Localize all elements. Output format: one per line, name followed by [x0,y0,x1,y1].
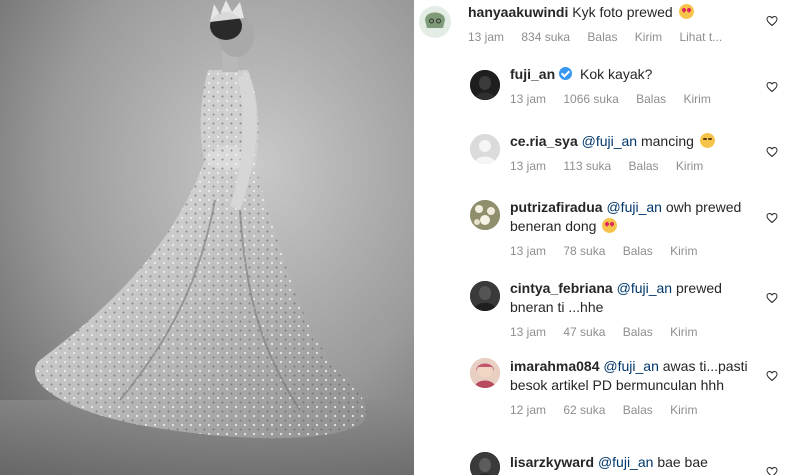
like-heart-icon[interactable] [766,466,778,475]
comment-likes[interactable]: 47 suka [563,325,605,339]
heart-eyes-emoji-icon [602,218,618,233]
laughing-emoji-icon [699,133,715,148]
avatar[interactable] [470,200,500,230]
comment-time[interactable]: 13 jam [510,159,546,173]
comment-time[interactable]: 13 jam [510,92,546,106]
reply-button[interactable]: Balas [623,244,653,258]
comment-mention[interactable]: @fuji_an [603,358,658,374]
like-heart-icon[interactable] [766,81,778,93]
comment-time[interactable]: 13 jam [468,30,504,44]
like-heart-icon[interactable] [766,370,778,382]
like-heart-icon[interactable] [766,212,778,224]
comment-text: Kok kayak? [580,66,653,82]
avatar[interactable] [470,134,500,164]
comment-mention[interactable]: @fuji_an [606,199,661,215]
send-button[interactable]: Kirim [670,244,697,258]
comment-mention[interactable]: @fuji_an [598,454,653,470]
send-button[interactable]: Kirim [683,92,710,106]
like-heart-icon[interactable] [766,292,778,304]
comment-mention[interactable]: @fuji_an [617,280,672,296]
reply-button[interactable]: Balas [587,30,617,44]
avatar[interactable] [470,452,500,475]
avatar[interactable] [419,6,451,38]
comments-panel: hanyaakuwindi Kyk foto prewed 13 jam 834… [414,0,800,475]
reply-button[interactable]: Balas [623,403,653,417]
avatar[interactable] [470,358,500,388]
send-button[interactable]: Kirim [676,159,703,173]
comment-username[interactable]: putrizafiradua [510,199,603,215]
comment-username[interactable]: fuji_an [510,66,555,82]
comment-time[interactable]: 12 jam [510,403,546,417]
bride-photo-image [0,0,414,475]
like-heart-icon[interactable] [766,15,778,27]
send-button[interactable]: Kirim [670,403,697,417]
comment-likes[interactable]: 1066 suka [563,92,618,106]
comment-username[interactable]: cintya_febriana [510,280,613,296]
comment-likes[interactable]: 78 suka [563,244,605,258]
comment-username[interactable]: lisarzkyward [510,454,594,470]
comment-time[interactable]: 13 jam [510,244,546,258]
comment-text: Kyk foto prewed [572,4,673,20]
comment-time[interactable]: 13 jam [510,325,546,339]
send-button[interactable]: Kirim [670,325,697,339]
comment-likes[interactable]: 834 suka [521,30,570,44]
comment-likes[interactable]: 113 suka [563,159,611,173]
reply-button[interactable]: Balas [636,92,666,106]
avatar[interactable] [470,70,500,100]
comment-username[interactable]: imarahma084 [510,358,600,374]
comment-text: bae bae [657,454,708,470]
reply-button[interactable]: Balas [629,159,659,173]
post-photo [0,0,414,475]
send-button[interactable]: Kirim [635,30,662,44]
comment-mention[interactable]: @fuji_an [582,133,637,149]
verified-badge-icon [559,67,573,80]
reply-button[interactable]: Balas [623,325,653,339]
comment-username[interactable]: hanyaakuwindi [468,4,568,20]
heart-eyes-emoji-icon [678,4,694,19]
see-translation-link[interactable]: Lihat t... [679,30,722,44]
like-heart-icon[interactable] [766,146,778,158]
avatar[interactable] [470,281,500,311]
comment-likes[interactable]: 62 suka [563,403,605,417]
comment-username[interactable]: ce.ria_sya [510,133,578,149]
comment-text: mancing [640,133,694,149]
